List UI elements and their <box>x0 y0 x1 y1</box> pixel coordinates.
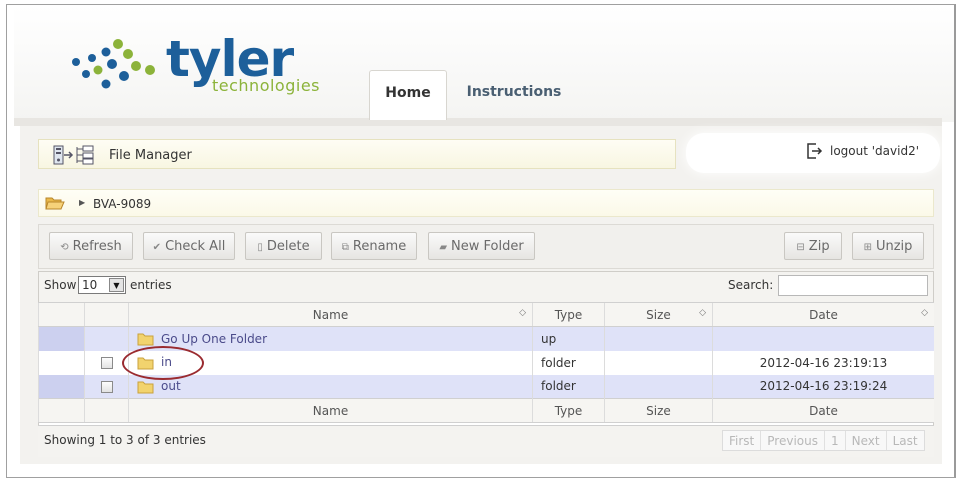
column-header-date[interactable]: Date ◇ <box>712 302 934 327</box>
footer-header-name[interactable]: Name <box>128 398 533 423</box>
file-date: 2012-04-16 23:19:24 <box>712 374 934 399</box>
pager-previous[interactable]: Previous <box>760 431 824 450</box>
refresh-icon: ⟲ <box>60 242 69 253</box>
row-checkbox[interactable] <box>100 380 113 393</box>
logout-icon[interactable] <box>806 142 824 160</box>
tab-home[interactable]: Home <box>369 70 447 120</box>
rename-icon: ⧉ <box>341 242 349 253</box>
header-checkbox <box>84 302 129 327</box>
file-manager-header: File Manager <box>38 139 676 169</box>
check-icon: ✔ <box>152 242 162 253</box>
footer-blank <box>38 398 85 423</box>
breadcrumb: ▶ BVA-9089 <box>38 189 934 217</box>
folder-up-icon <box>137 333 154 346</box>
breadcrumb-arrow-icon: ▶ <box>79 198 86 207</box>
zip-label: Zip <box>808 239 830 254</box>
file-manager-title: File Manager <box>109 148 192 163</box>
row-cell <box>38 350 85 375</box>
footer-header-type[interactable]: Type <box>532 398 605 423</box>
row-checkbox-cell <box>84 374 129 399</box>
file-name[interactable]: Go Up One Folder <box>161 332 267 346</box>
column-header-type[interactable]: Type <box>532 302 605 327</box>
column-size-label: Size <box>646 307 671 322</box>
refresh-label: Refresh <box>72 239 122 254</box>
pager-first[interactable]: First <box>723 431 760 450</box>
footer-header-size[interactable]: Size <box>604 398 713 423</box>
new-folder-label: New Folder <box>451 239 524 254</box>
trash-icon: ▯ <box>257 242 263 253</box>
pagination: First Previous 1 Next Last <box>722 430 925 451</box>
logo-subtitle: technologies <box>212 76 320 95</box>
logo-dots-icon <box>72 39 155 89</box>
file-type: folder <box>532 350 605 375</box>
zip-icon: ⊟ <box>796 242 805 253</box>
entries-label: entries <box>130 278 172 292</box>
highlight-circle <box>122 346 204 380</box>
show-label: Show <box>44 278 77 292</box>
footer-header-date[interactable]: Date <box>712 398 934 423</box>
file-date: 2012-04-16 23:19:13 <box>712 350 934 375</box>
unzip-button[interactable]: ⊞ Unzip <box>852 232 924 260</box>
column-date-label: Date <box>809 307 838 322</box>
tyler-logo[interactable]: tyler technologies <box>60 30 322 116</box>
file-type: folder <box>532 374 605 399</box>
file-size <box>604 350 713 375</box>
tab-instructions[interactable]: Instructions <box>458 70 570 120</box>
pager-last[interactable]: Last <box>885 431 924 450</box>
footer-blank <box>84 398 129 423</box>
search-input[interactable] <box>778 275 928 296</box>
open-folder-icon[interactable] <box>45 195 65 211</box>
file-size <box>604 326 713 351</box>
sort-icon[interactable]: ◇ <box>699 308 706 318</box>
showing-info: Showing 1 to 3 of 3 entries <box>44 433 206 447</box>
unzip-label: Unzip <box>875 239 913 254</box>
row-checkbox[interactable] <box>100 357 113 369</box>
file-size <box>604 374 713 399</box>
rename-button[interactable]: ⧉ Rename <box>331 232 417 260</box>
file-type: up <box>532 326 605 351</box>
file-transfer-icon <box>53 145 94 165</box>
rename-label: Rename <box>352 239 407 254</box>
delete-label: Delete <box>266 239 310 254</box>
chevron-down-icon[interactable]: ▼ <box>109 278 124 292</box>
breadcrumb-path[interactable]: BVA-9089 <box>93 197 151 211</box>
pager-current[interactable]: 1 <box>823 431 845 450</box>
page-size-value: 10 <box>82 278 98 292</box>
row-cell <box>38 374 85 399</box>
sort-icon[interactable]: ◇ <box>921 308 928 318</box>
pager-next[interactable]: Next <box>844 431 886 450</box>
check-all-label: Check All <box>165 239 226 254</box>
new-folder-icon: ▰ <box>439 242 448 253</box>
file-date <box>712 326 934 351</box>
search-label: Search: <box>728 278 774 292</box>
file-name[interactable]: out <box>161 379 181 393</box>
unzip-icon: ⊞ <box>863 242 872 253</box>
page-size-select[interactable]: 10 ▼ <box>78 276 126 294</box>
sort-icon[interactable]: ◇ <box>519 308 526 318</box>
folder-icon <box>137 381 154 393</box>
file-name-cell[interactable]: Go Up One Folder <box>128 326 533 351</box>
check-all-button[interactable]: ✔ Check All <box>143 232 235 260</box>
row-cell <box>38 326 85 351</box>
row-cell <box>84 326 129 351</box>
delete-button[interactable]: ▯ Delete <box>245 232 322 260</box>
column-header-size[interactable]: Size ◇ <box>604 302 713 327</box>
column-type-label: Type <box>554 307 583 322</box>
new-folder-button[interactable]: ▰ New Folder <box>428 232 535 260</box>
zip-button[interactable]: ⊟ Zip <box>784 232 842 260</box>
logout-link[interactable]: logout 'david2' <box>830 144 919 158</box>
header-blank <box>38 302 85 327</box>
file-name-cell[interactable]: out <box>128 374 533 399</box>
column-header-name[interactable]: Name ◇ <box>128 302 533 327</box>
column-name-label: Name <box>312 307 349 322</box>
refresh-button[interactable]: ⟲ Refresh <box>49 232 133 260</box>
